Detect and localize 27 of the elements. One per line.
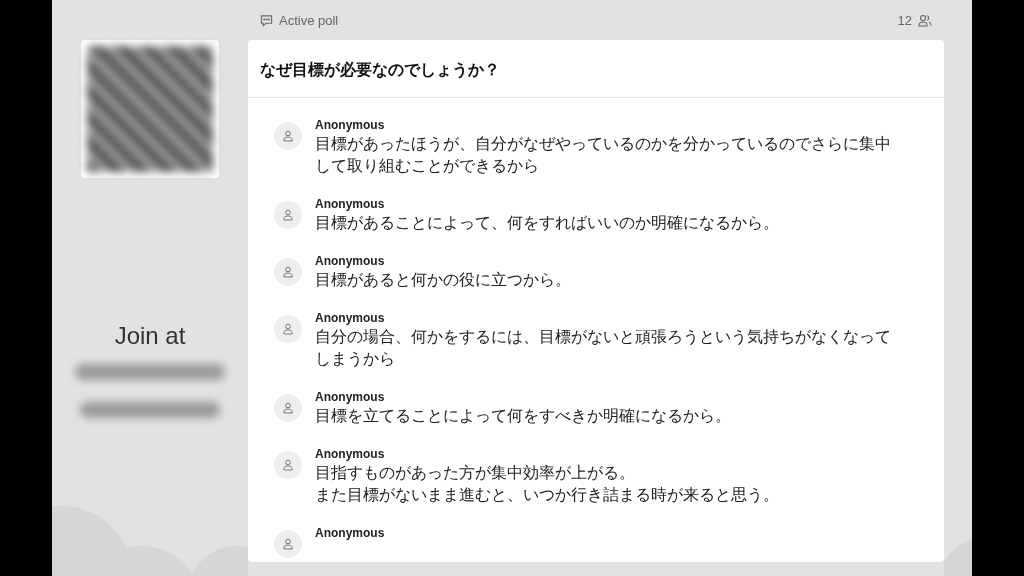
response-text: 目標を立てることによって何をすべきか明確になるから。 (315, 406, 732, 426)
people-icon (918, 13, 932, 27)
response-text: 自分の場合、何かをするには、目標がないと頑張ろうという気持ちがなくなってしまうから (315, 327, 892, 369)
poll-question: なぜ目標が必要なのでしょうか？ (248, 40, 944, 98)
user-icon (282, 323, 294, 335)
chat-icon (260, 13, 273, 27)
user-icon (282, 209, 294, 221)
user-icon (282, 266, 294, 278)
response-author: Anonymous (315, 197, 386, 212)
participant-count: 12 (897, 12, 912, 28)
user-icon (282, 538, 294, 550)
user-icon (282, 459, 294, 471)
response-author: Anonymous (315, 311, 386, 326)
response-text: また目標がないまま進むと、いつか行き詰まる時が来ると思う。 (315, 485, 780, 505)
join-label: Join at (114, 322, 186, 350)
response-author: Anonymous (315, 526, 386, 541)
poll-status: Active poll (279, 12, 339, 28)
response-author: Anonymous (315, 447, 386, 462)
response-text: 目指すものがあった方が集中効率が上がる。 (315, 463, 636, 483)
response-text: 目標があったほうが、自分がなぜやっているのかを分かっているのでさらに集中して取り組むことができるから (315, 134, 892, 176)
response-author: Anonymous (315, 118, 386, 133)
response-text: 目標があると何かの役に立つから。 (315, 270, 572, 290)
response-text: 目標があることによって、何をすればいいのか明確になるから。 (315, 213, 780, 233)
user-icon (282, 130, 294, 142)
response-author: Anonymous (315, 254, 386, 269)
response-author: Anonymous (315, 390, 386, 405)
user-icon (282, 402, 294, 414)
